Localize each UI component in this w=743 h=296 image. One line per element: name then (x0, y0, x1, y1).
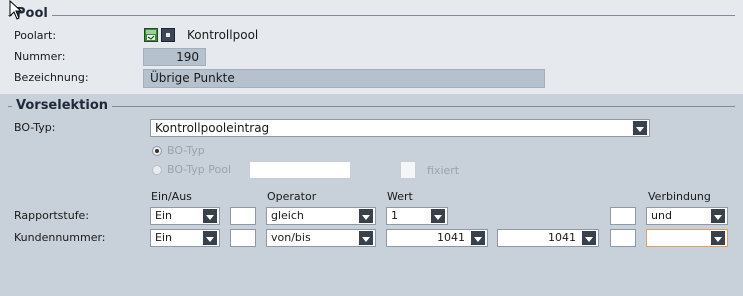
rapportstufe-verbindung-value: und (651, 209, 672, 222)
bezeichnung-field: Übrige Punkte (143, 69, 545, 88)
rapportstufe-bracket-open[interactable] (230, 207, 256, 225)
chevron-down-icon[interactable] (203, 209, 217, 223)
chevron-down-icon[interactable] (431, 209, 445, 223)
mouse-cursor-icon (9, 0, 23, 20)
chevron-down-icon[interactable] (711, 231, 725, 245)
nummer-field: 190 (143, 48, 206, 66)
chevron-down-icon[interactable] (711, 209, 725, 223)
kundennummer-bracket-open[interactable] (230, 229, 256, 247)
rapportstufe-bracket-close[interactable] (610, 207, 636, 225)
bo-typ-value: Kontrollpooleintrag (155, 121, 270, 135)
radio-bo-typ[interactable] (152, 146, 162, 156)
radio-bo-typ-pool-label: BO-Typ Pool (167, 163, 232, 176)
nummer-label: Nummer: (14, 50, 66, 63)
fixiert-checkbox[interactable] (400, 161, 416, 179)
chevron-down-icon[interactable] (471, 231, 485, 245)
vorselektion-section-title: Vorselektion (12, 98, 113, 114)
radio-bo-typ-label: BO-Typ (167, 144, 205, 157)
chevron-down-icon[interactable] (633, 121, 647, 135)
chevron-down-icon[interactable] (359, 209, 373, 223)
rapportstufe-wert-value: 1 (391, 209, 398, 222)
bo-typ-select[interactable]: Kontrollpooleintrag (150, 119, 650, 137)
kundennummer-bracket-close[interactable] (610, 229, 636, 247)
rapportstufe-operator-value: gleich (271, 209, 304, 222)
chevron-down-icon[interactable] (359, 231, 373, 245)
vorselektion-separator (8, 106, 735, 107)
kundennummer-wert-von-value: 1041 (437, 231, 465, 244)
rapportstufe-label: Rapportstufe: (14, 209, 90, 222)
poolart-value: Kontrollpool (187, 28, 259, 42)
chevron-down-icon[interactable] (582, 231, 596, 245)
kundennummer-ein-aus-value: Ein (155, 231, 172, 244)
header-verbindung: Verbindung (648, 190, 711, 203)
pool-type-icon[interactable] (144, 28, 158, 42)
bo-typ-label: BO-Typ: (14, 121, 56, 134)
rapportstufe-ein-aus-value: Ein (155, 209, 172, 222)
header-operator: Operator (267, 190, 317, 203)
bo-typ-pool-input[interactable] (249, 161, 351, 179)
kundennummer-label: Kundennummer: (14, 231, 106, 244)
pool-select-icon[interactable] (161, 28, 175, 42)
fixiert-label: fixiert (427, 164, 460, 177)
chevron-down-icon[interactable] (203, 231, 217, 245)
poolart-label: Poolart: (14, 29, 57, 42)
header-wert: Wert (387, 190, 413, 203)
bezeichnung-label: Bezeichnung: (14, 71, 89, 84)
kundennummer-wert-bis-value: 1041 (548, 231, 576, 244)
kundennummer-operator-value: von/bis (271, 231, 311, 244)
radio-bo-typ-pool[interactable] (152, 165, 162, 175)
pool-separator (8, 15, 735, 16)
header-ein-aus: Ein/Aus (151, 190, 192, 203)
